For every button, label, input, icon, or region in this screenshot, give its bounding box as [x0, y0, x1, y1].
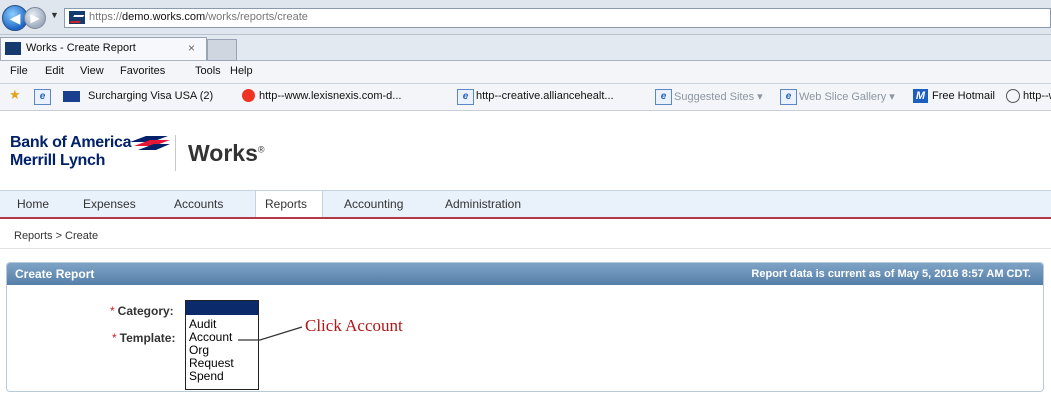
- favorite-link[interactable]: http--www.doa.l: [1023, 90, 1051, 102]
- bank-flag-logo-icon: [130, 136, 170, 150]
- nav-expenses[interactable]: Expenses: [83, 197, 136, 211]
- url-input[interactable]: https://demo.works.com/works/reports/cre…: [64, 8, 1051, 28]
- nav-accounting[interactable]: Accounting: [344, 197, 403, 211]
- product-logo[interactable]: Works®: [188, 140, 265, 167]
- browser-menu-bar: File Edit View Favorites Tools Help: [0, 61, 1051, 84]
- breadcrumb-divider: [0, 248, 1051, 249]
- url-host: demo.works.com: [122, 11, 206, 23]
- callout-pointer-line: [238, 326, 303, 341]
- favorite-link[interactable]: Surcharging Visa USA (2): [88, 90, 213, 102]
- brand-subname: Merrill Lynch: [10, 152, 106, 169]
- logo-divider: [175, 135, 176, 171]
- globe-icon: [1006, 89, 1020, 103]
- hotmail-icon: M: [913, 89, 928, 103]
- url-text: https://demo.works.com/works/reports/cre…: [89, 11, 308, 23]
- favorites-star-icon[interactable]: ★: [9, 87, 24, 102]
- create-report-panel: Create Report Report data is current as …: [6, 262, 1044, 392]
- nav-reports[interactable]: Reports: [265, 197, 307, 211]
- nav-accounts[interactable]: Accounts: [174, 197, 223, 211]
- annotation-callout: Click Account: [305, 316, 403, 335]
- tab-favicon-icon: [5, 42, 21, 55]
- tab-title: Works - Create Report: [26, 42, 136, 54]
- favorites-bar: ★ e Surcharging Visa USA (2) http--www.l…: [0, 84, 1051, 111]
- url-path: /works/reports/create: [205, 11, 308, 23]
- browser-address-bar: ◀ ▶ ▼ https://demo.works.com/works/repor…: [0, 0, 1051, 35]
- menu-view[interactable]: View: [80, 65, 104, 77]
- apple-icon: [242, 89, 255, 102]
- url-scheme: https://: [89, 11, 123, 23]
- panel-title: Create Report: [15, 267, 95, 281]
- browser-tab-strip: Works - Create Report ×: [0, 35, 1051, 61]
- category-label: * Category:: [110, 304, 174, 318]
- menu-file[interactable]: File: [10, 65, 28, 77]
- forward-arrow-icon: ▶: [30, 11, 40, 25]
- required-mark: *: [112, 331, 117, 345]
- menu-tools[interactable]: Tools: [195, 65, 221, 77]
- favorite-link[interactable]: http--creative.alliancehealt...: [476, 90, 614, 102]
- favorite-link[interactable]: Free Hotmail: [932, 90, 995, 102]
- product-name: Works: [188, 140, 258, 166]
- selected-option-highlight[interactable]: [186, 301, 258, 315]
- favorite-link[interactable]: Web Slice Gallery ▾: [799, 90, 895, 103]
- main-nav: Home Expenses Accounts Reports Accountin…: [0, 190, 1051, 219]
- browser-tab[interactable]: Works - Create Report ×: [0, 37, 207, 60]
- favorite-link[interactable]: http--www.lexisnexis.com-d...: [259, 90, 401, 102]
- site-favicon-icon: [69, 11, 85, 24]
- required-mark: *: [110, 304, 115, 318]
- menu-help[interactable]: Help: [230, 65, 253, 77]
- ie-page-icon: e: [655, 89, 672, 105]
- ie-page-icon: e: [457, 89, 474, 105]
- panel-header: Create Report Report data is current as …: [7, 263, 1043, 285]
- template-label-text: Template:: [119, 331, 176, 345]
- forward-button[interactable]: ▶: [24, 7, 46, 29]
- ie-page-icon[interactable]: e: [34, 89, 51, 105]
- menu-favorites[interactable]: Favorites: [120, 65, 165, 77]
- brand-name: Bank of America: [10, 134, 132, 151]
- visa-icon: [63, 91, 80, 102]
- menu-edit[interactable]: Edit: [45, 65, 64, 77]
- template-label: * Template:: [112, 331, 175, 345]
- registered-mark: ®: [257, 144, 265, 155]
- ie-page-icon: e: [780, 89, 797, 105]
- favorite-link[interactable]: Suggested Sites ▾: [674, 90, 763, 103]
- category-select-list[interactable]: Audit Account Org Request Spend: [185, 300, 259, 390]
- option-spend[interactable]: Spend: [189, 370, 224, 383]
- new-tab-button[interactable]: [207, 39, 237, 61]
- category-label-text: Category:: [117, 304, 174, 318]
- breadcrumb: Reports > Create: [14, 230, 99, 242]
- close-tab-icon[interactable]: ×: [188, 41, 195, 55]
- nav-administration[interactable]: Administration: [445, 197, 521, 211]
- data-currency-note: Report data is current as of May 5, 2016…: [751, 268, 1031, 280]
- history-dropdown-icon[interactable]: ▼: [50, 10, 59, 20]
- nav-home[interactable]: Home: [17, 197, 49, 211]
